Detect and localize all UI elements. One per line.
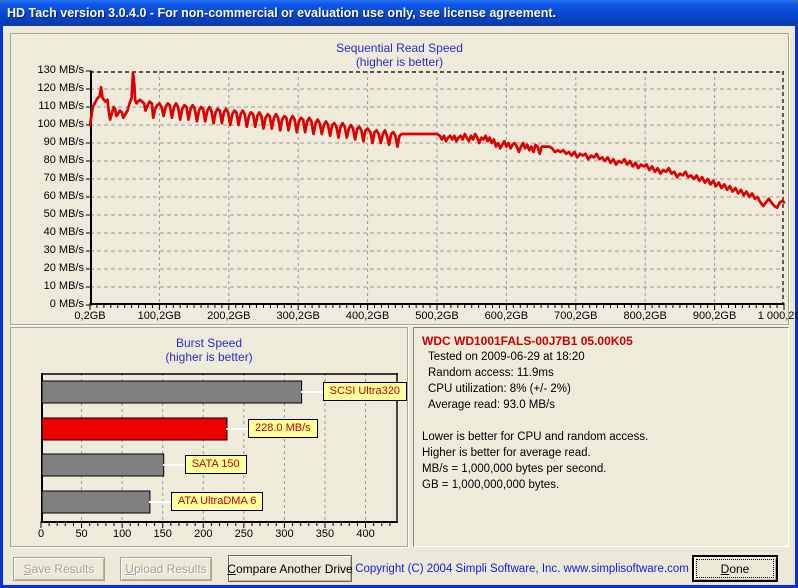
y-axis-tick-label: 60 MB/s (44, 190, 84, 202)
burst-x-axis-labels: 0 50 100 150 200 250 300 350 400 (41, 528, 398, 544)
y-axis-tick-label: 100 MB/s (38, 118, 84, 130)
bar-label: 228.0 MB/s (248, 419, 318, 438)
y-axis-tick-label: 30 MB/s (44, 244, 84, 256)
chart-title: Sequential Read Speed (11, 41, 788, 55)
chart-subtitle: (higher is better) (11, 350, 407, 364)
tested-on: Tested on 2009-06-29 at 18:20 (422, 349, 780, 365)
window-content: Sequential Read Speed (higher is better)… (3, 26, 795, 585)
x-axis-tick-label: 200 (194, 528, 212, 540)
x-axis-tick-label: 500,2GB (415, 310, 458, 322)
hdtach-window: HD Tach version 3.0.4.0 - For non-commer… (0, 0, 798, 588)
drive-model: WDC WD1001FALS-00J7B1 05.00K05 (422, 333, 780, 349)
note-gb: GB = 1,000,000,000 bytes. (422, 477, 780, 493)
random-access: Random access: 11.9ms (422, 365, 780, 381)
spacer (422, 413, 780, 429)
y-axis-tick-label: 110 MB/s (38, 100, 84, 112)
y-axis-tick-label: 80 MB/s (44, 154, 84, 166)
x-axis-tick-label: 800,2GB (623, 310, 666, 322)
window-title: HD Tach version 3.0.4.0 - For non-commer… (7, 6, 556, 20)
y-axis-tick-label: 90 MB/s (44, 136, 84, 148)
x-axis-tick-label: 100 (113, 528, 131, 540)
note-mbs: MB/s = 1,000,000 bytes per second. (422, 461, 780, 477)
x-axis-tick-label: 350 (316, 528, 334, 540)
cpu-utilization: CPU utilization: 8% (+/- 2%) (422, 381, 780, 397)
chart-subtitle: (higher is better) (11, 55, 788, 69)
x-axis-tick-label: 400,2GB (346, 310, 389, 322)
x-axis-tick-label: 900,2GB (693, 310, 736, 322)
y-axis-tick-label: 130 MB/s (38, 64, 84, 76)
bar-label-connector (163, 464, 185, 466)
chart-title: Burst Speed (11, 336, 407, 350)
y-axis-tick-label: 20 MB/s (44, 262, 84, 274)
bar-label: SCSI Ultra320 (323, 382, 407, 401)
burst-speed-title: Burst Speed (higher is better) (11, 336, 407, 364)
x-axis-tick-label: 1 000,2GB (758, 310, 798, 322)
upload-results-button[interactable]: Upload Results (120, 557, 212, 581)
y-axis-tick-label: 10 MB/s (44, 280, 84, 292)
bar-label: SATA 150 (185, 455, 247, 474)
x-axis-tick-label: 300 (275, 528, 293, 540)
seq-y-axis-labels: 0 MB/s10 MB/s20 MB/s30 MB/s40 MB/s50 MB/… (11, 71, 90, 305)
done-button[interactable]: Done (692, 555, 778, 582)
x-axis-tick-label: 600,2GB (485, 310, 528, 322)
burst-speed-panel: Burst Speed (higher is better) 0 50 100 150… (10, 327, 408, 547)
burst-bar (42, 381, 302, 403)
title-bar[interactable]: HD Tach version 3.0.4.0 - For non-commer… (0, 0, 798, 26)
burst-bar (42, 454, 164, 476)
x-axis-tick-label: 200,2GB (207, 310, 250, 322)
bar-label-connector (149, 501, 171, 503)
sequential-read-panel: Sequential Read Speed (higher is better)… (10, 33, 789, 325)
x-axis-tick-label: 300,2GB (276, 310, 319, 322)
y-axis-tick-label: 0 MB/s (50, 298, 84, 310)
drive-info-panel: WDC WD1001FALS-00J7B1 05.00K05 Tested on… (413, 327, 789, 547)
seq-read-plot (90, 71, 784, 305)
x-axis-tick-label: 50 (75, 528, 87, 540)
x-axis-tick-label: 100,2GB (138, 310, 181, 322)
save-results-button[interactable]: Save Results (13, 557, 105, 581)
bar-label: ATA UltraDMA 6 (171, 492, 263, 511)
average-read: Average read: 93.0 MB/s (422, 397, 780, 413)
bar-label-connector (301, 391, 323, 393)
burst-bar (42, 491, 150, 513)
copyright-text: Copyright (C) 2004 Simpli Software, Inc.… (355, 555, 689, 582)
x-axis-tick-label: 150 (154, 528, 172, 540)
y-axis-tick-label: 50 MB/s (44, 208, 84, 220)
compare-another-drive-button[interactable]: Compare Another Drive (228, 555, 352, 582)
x-axis-tick-label: 700,2GB (554, 310, 597, 322)
seq-read-chart-svg (90, 71, 784, 311)
y-axis-tick-label: 70 MB/s (44, 172, 84, 184)
bar-label-connector (226, 428, 248, 430)
y-axis-tick-label: 120 MB/s (38, 82, 84, 94)
x-axis-tick-label: 250 (235, 528, 253, 540)
y-axis-tick-label: 40 MB/s (44, 226, 84, 238)
sequential-read-title: Sequential Read Speed (higher is better) (11, 41, 788, 69)
note-read: Higher is better for average read. (422, 445, 780, 461)
burst-bar (42, 418, 227, 440)
note-cpu: Lower is better for CPU and random acces… (422, 429, 780, 445)
seq-x-axis-labels: 0,2GB100,2GB200,2GB300,2GB400,2GB500,2GB… (90, 310, 784, 326)
x-axis-tick-label: 400 (356, 528, 374, 540)
x-axis-tick-label: 0 (38, 528, 44, 540)
x-axis-tick-label: 0,2GB (74, 310, 105, 322)
